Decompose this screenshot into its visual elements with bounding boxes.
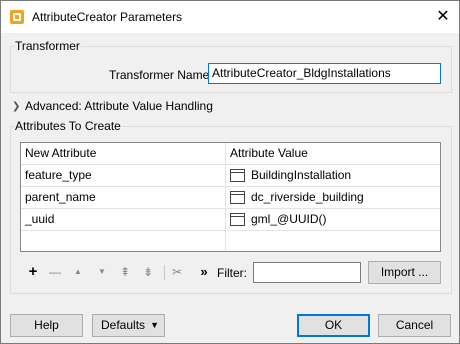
text-value-icon[interactable]: [230, 169, 245, 182]
table-header: New Attribute Attribute Value: [21, 143, 440, 165]
move-to-bottom-button[interactable]: ⇟: [140, 264, 156, 280]
chevron-right-icon[interactable]: ❯: [12, 101, 20, 112]
move-to-top-button[interactable]: ⇞: [117, 264, 133, 280]
table-row[interactable]: parent_name dc_riverside_building: [21, 187, 440, 209]
add-row-button[interactable]: +: [25, 264, 41, 280]
move-up-button[interactable]: ▲: [70, 264, 86, 280]
advanced-section-toggle[interactable]: Advanced: Attribute Value Handling: [25, 99, 213, 113]
attribute-value-cell[interactable]: BuildingInstallation: [226, 165, 440, 186]
dropdown-arrow-icon: ▼: [150, 320, 159, 330]
attribute-name-cell[interactable]: _uuid: [21, 209, 225, 230]
table-row[interactable]: _uuid gml_@UUID(): [21, 209, 440, 231]
expand-filter-icon[interactable]: »: [196, 264, 212, 280]
toolbar-separator: [164, 265, 165, 280]
transformer-name-label: Transformer Name:: [109, 68, 213, 82]
filter-input[interactable]: [253, 262, 361, 283]
filter-label: Filter:: [217, 266, 247, 280]
attribute-name-cell[interactable]: feature_type: [21, 165, 225, 186]
text-value-icon[interactable]: [230, 213, 245, 226]
remove-row-button[interactable]: —: [47, 264, 63, 280]
attribute-value-text: dc_riverside_building: [251, 190, 364, 204]
cancel-button[interactable]: Cancel: [378, 314, 451, 337]
column-header-new-attribute[interactable]: New Attribute: [21, 143, 225, 164]
window-title: AttributeCreator Parameters: [32, 10, 183, 24]
attributes-table: New Attribute Attribute Value feature_ty…: [20, 142, 441, 252]
attributes-group-title: Attributes To Create: [14, 119, 122, 133]
help-button[interactable]: Help: [10, 314, 83, 337]
close-button[interactable]: ✕: [427, 1, 459, 33]
import-button[interactable]: Import ...: [368, 261, 441, 284]
column-header-attribute-value[interactable]: Attribute Value: [226, 143, 440, 164]
transformer-name-input[interactable]: AttributeCreator_BldgInstallations: [208, 63, 441, 84]
move-down-button[interactable]: ▼: [94, 264, 110, 280]
table-row[interactable]: feature_type BuildingInstallation: [21, 165, 440, 187]
defaults-button[interactable]: Defaults ▼: [92, 314, 165, 337]
fme-app-icon: [10, 10, 24, 24]
dialog-window: AttributeCreator Parameters ✕ Transforme…: [0, 0, 460, 344]
text-value-icon[interactable]: [230, 191, 245, 204]
attribute-name-cell[interactable]: parent_name: [21, 187, 225, 208]
transformer-group-title: Transformer: [14, 39, 81, 53]
ok-button[interactable]: OK: [297, 314, 370, 337]
defaults-label: Defaults: [101, 318, 146, 332]
table-row-empty[interactable]: [21, 231, 440, 253]
attribute-value-text: BuildingInstallation: [251, 168, 352, 182]
attribute-value-text: gml_@UUID(): [251, 212, 327, 226]
cut-scissors-icon[interactable]: ✂: [169, 264, 185, 280]
title-bar: AttributeCreator Parameters ✕: [1, 1, 459, 33]
attribute-value-cell[interactable]: dc_riverside_building: [226, 187, 440, 208]
attribute-value-cell[interactable]: gml_@UUID(): [226, 209, 440, 230]
